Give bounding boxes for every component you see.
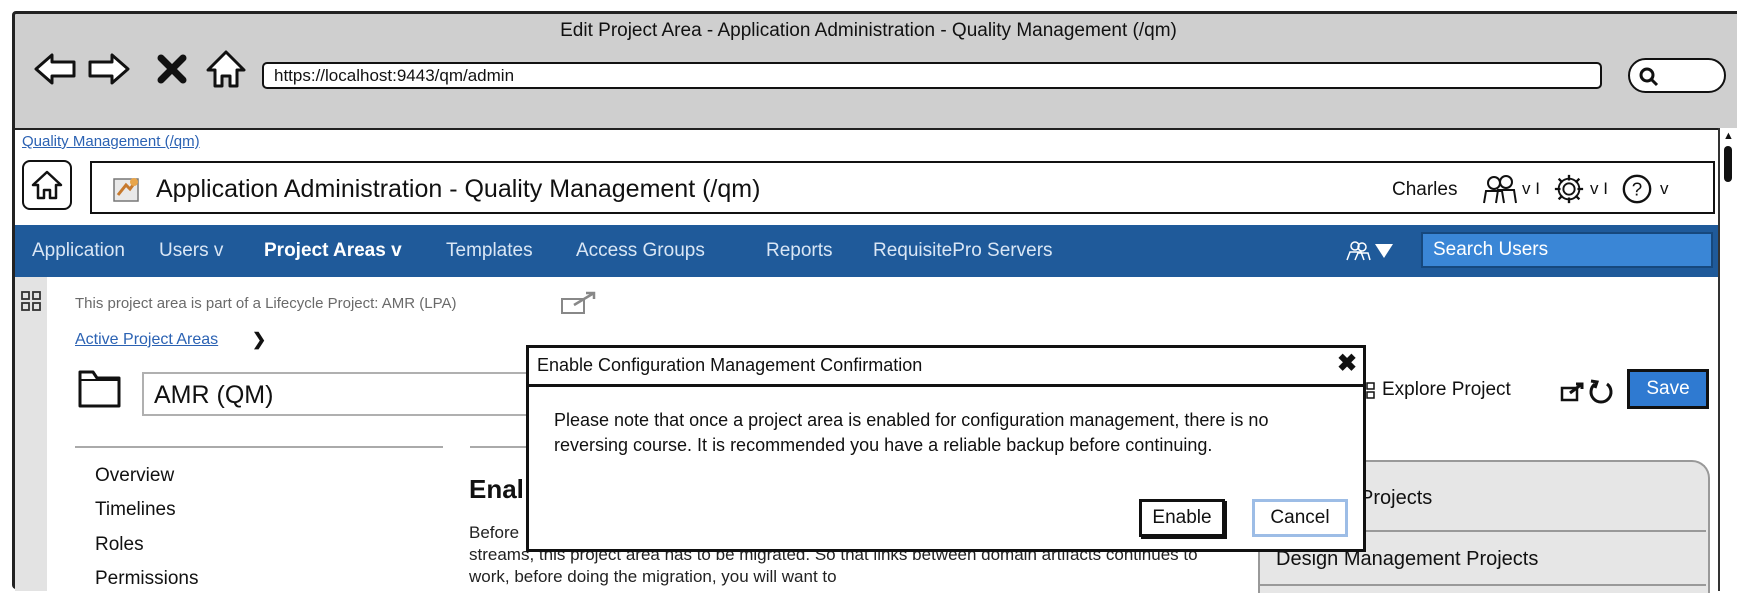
browser-search[interactable] bbox=[1628, 58, 1726, 93]
chevron-right-icon: ❯ bbox=[252, 330, 267, 349]
tab-projects[interactable]: Projects bbox=[1360, 487, 1432, 510]
search-users-input[interactable]: Search Users bbox=[1421, 232, 1713, 268]
sidebar-item-roles[interactable]: Roles bbox=[95, 534, 144, 556]
breadcrumb[interactable]: Quality Management (/qm) bbox=[22, 133, 200, 150]
open-external-icon[interactable] bbox=[560, 291, 598, 315]
help-icon[interactable]: ? bbox=[1620, 173, 1654, 205]
nav-item-templates[interactable]: Templates bbox=[446, 240, 533, 262]
home-icon bbox=[31, 170, 63, 200]
section-heading: Enal bbox=[469, 474, 524, 504]
lifecycle-project-note: This project area is part of a Lifecycle… bbox=[75, 295, 457, 312]
user-name[interactable]: Charles bbox=[1392, 179, 1457, 201]
explore-project-link[interactable]: Explore Project bbox=[1366, 379, 1511, 401]
nav-item-users[interactable]: Users v bbox=[159, 240, 223, 262]
forward-icon[interactable] bbox=[86, 46, 132, 92]
nav-item-application[interactable]: Application bbox=[32, 240, 125, 262]
divider bbox=[75, 446, 443, 448]
grid-icon[interactable] bbox=[20, 290, 42, 312]
scroll-thumb[interactable] bbox=[1724, 146, 1732, 182]
sidebar-item-timelines[interactable]: Timelines bbox=[95, 499, 176, 521]
svg-text:?: ? bbox=[1632, 179, 1642, 200]
project-name-field[interactable]: AMR (QM) bbox=[142, 372, 562, 416]
nav-item-access-groups[interactable]: Access Groups bbox=[576, 240, 705, 262]
window-title: Edit Project Area - Application Administ… bbox=[560, 20, 1177, 41]
folder-icon bbox=[78, 370, 121, 408]
nav-item-project-areas[interactable]: Project Areas v bbox=[264, 240, 402, 262]
main-nav: Application Users v Project Areas v Temp… bbox=[15, 225, 1718, 277]
stop-icon[interactable] bbox=[155, 46, 189, 92]
left-rail bbox=[15, 277, 47, 591]
users-icon[interactable] bbox=[1482, 173, 1518, 205]
dialog-titlebar: Enable Configuration Management Confirma… bbox=[529, 348, 1363, 387]
dialog-title: Enable Configuration Management Confirma… bbox=[537, 355, 923, 375]
open-external-icon[interactable] bbox=[1560, 381, 1586, 403]
scroll-up-icon[interactable]: ▲ bbox=[1723, 130, 1734, 142]
search-icon bbox=[1639, 67, 1659, 87]
close-icon[interactable]: ✖ bbox=[1337, 351, 1357, 377]
refresh-icon[interactable] bbox=[1587, 377, 1615, 405]
settings-menu-caret[interactable]: v I bbox=[1590, 179, 1608, 199]
save-button[interactable]: Save bbox=[1627, 369, 1709, 409]
confirmation-dialog: Enable Configuration Management Confirma… bbox=[526, 345, 1366, 552]
dialog-message: Please note that once a project area is … bbox=[554, 410, 1269, 455]
home-icon[interactable] bbox=[203, 46, 249, 92]
cancel-button[interactable]: Cancel bbox=[1252, 499, 1348, 537]
scrollbar[interactable]: ▲ bbox=[1718, 128, 1737, 591]
users-menu-caret[interactable]: v I bbox=[1522, 179, 1540, 199]
nav-item-requisitepro-servers[interactable]: RequisitePro Servers bbox=[873, 240, 1053, 262]
active-project-areas-link[interactable]: Active Project Areas bbox=[75, 331, 218, 349]
gear-icon[interactable] bbox=[1552, 173, 1586, 205]
sidebar-item-permissions[interactable]: Permissions bbox=[95, 568, 198, 590]
nav-item-reports[interactable]: Reports bbox=[766, 240, 833, 262]
sidebar-item-overview[interactable]: Overview bbox=[95, 465, 174, 487]
back-icon[interactable] bbox=[32, 46, 78, 92]
user-filter-icon[interactable] bbox=[1345, 238, 1395, 264]
divider bbox=[1258, 584, 1706, 586]
app-header: Application Administration - Quality Man… bbox=[90, 161, 1715, 214]
url-bar[interactable]: https://localhost:9443/qm/admin bbox=[262, 62, 1602, 89]
enable-button[interactable]: Enable bbox=[1139, 499, 1225, 537]
help-menu-caret[interactable]: v bbox=[1660, 179, 1669, 199]
admin-app-icon bbox=[113, 178, 139, 202]
page-title: Application Administration - Quality Man… bbox=[156, 175, 761, 203]
home-button[interactable] bbox=[22, 160, 72, 210]
